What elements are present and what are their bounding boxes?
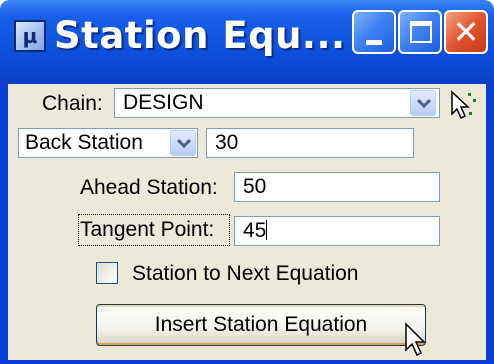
window-title: Station Equ... bbox=[54, 14, 346, 57]
ahead-station-field[interactable]: 50 bbox=[234, 172, 440, 202]
chevron-down-icon bbox=[417, 99, 431, 109]
station-mode-dropdown-button[interactable] bbox=[170, 130, 196, 156]
ahead-station-label: Ahead Station: bbox=[80, 176, 218, 199]
close-button[interactable]: ✕ bbox=[444, 10, 488, 54]
chain-value: DESIGN bbox=[123, 91, 204, 114]
station-mode-value: Back Station bbox=[25, 131, 143, 154]
minimize-icon bbox=[366, 40, 382, 45]
tangent-point-field[interactable]: 45 bbox=[234, 216, 440, 246]
mouse-pointer-icon bbox=[405, 322, 426, 357]
chevron-down-icon bbox=[177, 139, 191, 149]
chain-combobox[interactable]: DESIGN bbox=[114, 88, 440, 118]
chain-dropdown-button[interactable] bbox=[410, 90, 436, 116]
app-icon[interactable]: µ bbox=[14, 20, 46, 52]
ahead-station-value: 50 bbox=[243, 175, 267, 198]
maximize-icon bbox=[410, 21, 432, 43]
station-value-field[interactable]: 30 bbox=[206, 128, 414, 158]
title-bar[interactable]: µ Station Equ... ✕ bbox=[0, 0, 494, 84]
close-icon: ✕ bbox=[452, 13, 480, 51]
station-value: 30 bbox=[215, 131, 239, 154]
pick-element-icon[interactable] bbox=[448, 90, 478, 122]
dialog-body: Chain: DESIGN Back Station 30 Ahead Stat… bbox=[8, 84, 486, 360]
tangent-point-label: Tangent Point: bbox=[80, 218, 215, 241]
station-equation-window: µ Station Equ... ✕ Chain: DESIGN Back St… bbox=[0, 0, 494, 364]
insert-station-equation-button[interactable]: Insert Station Equation bbox=[96, 304, 426, 346]
next-equation-label[interactable]: Station to Next Equation bbox=[132, 262, 358, 286]
chain-label: Chain: bbox=[42, 92, 103, 115]
next-equation-checkbox[interactable] bbox=[96, 262, 118, 284]
tangent-point-value: 45 bbox=[243, 219, 267, 242]
maximize-button[interactable] bbox=[398, 10, 442, 54]
minimize-button[interactable] bbox=[352, 10, 396, 54]
text-caret bbox=[266, 220, 268, 240]
